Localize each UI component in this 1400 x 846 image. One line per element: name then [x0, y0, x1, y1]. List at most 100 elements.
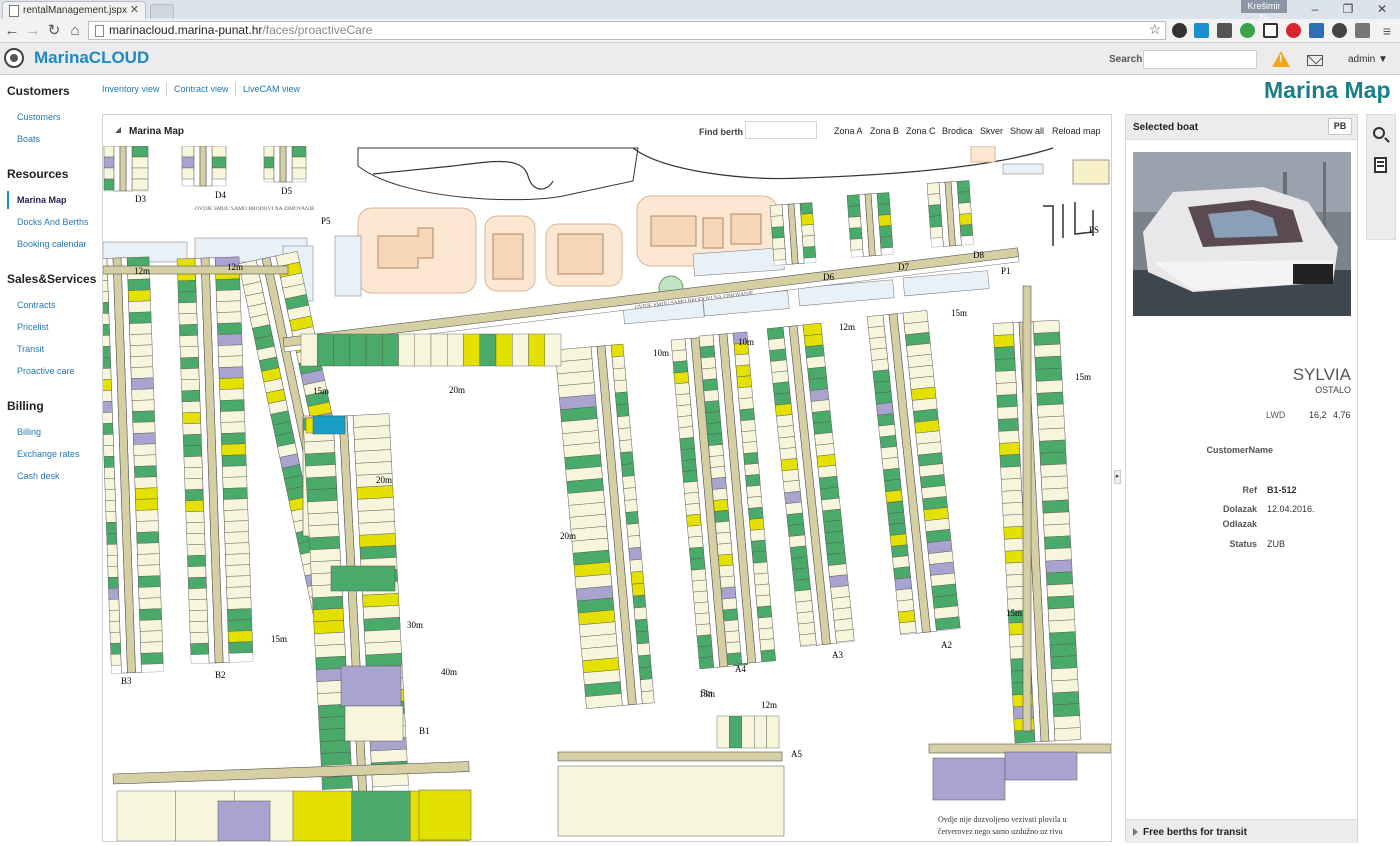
berth[interactable] [826, 552, 847, 566]
berth[interactable] [802, 246, 816, 259]
sidebar-item-pricelist[interactable]: Pricelist [17, 322, 49, 332]
berth[interactable] [103, 302, 110, 314]
berth[interactable] [773, 392, 792, 406]
berth[interactable] [757, 616, 774, 630]
berth[interactable] [107, 576, 119, 589]
berth[interactable] [218, 355, 244, 368]
berth[interactable] [103, 156, 115, 169]
berth[interactable] [1039, 439, 1067, 454]
berth[interactable] [710, 466, 726, 479]
berth[interactable] [720, 586, 737, 600]
berth[interactable] [753, 572, 770, 586]
berth[interactable] [766, 326, 785, 340]
berth[interactable] [106, 521, 117, 534]
berth[interactable] [792, 567, 810, 581]
berth[interactable] [309, 536, 341, 551]
berth[interactable] [711, 477, 727, 490]
berth[interactable] [880, 446, 899, 460]
berth[interactable] [223, 509, 249, 522]
berth[interactable] [780, 458, 799, 472]
berth[interactable] [1004, 751, 1078, 781]
filter-skver[interactable]: Skver [980, 126, 1003, 136]
berth[interactable] [220, 410, 245, 423]
berth[interactable] [755, 594, 772, 608]
berth[interactable] [105, 510, 117, 523]
berth[interactable] [802, 235, 816, 248]
berth[interactable] [1038, 427, 1066, 442]
berth[interactable] [134, 465, 157, 478]
berth[interactable] [365, 333, 383, 367]
berth[interactable] [745, 474, 761, 487]
berth[interactable] [959, 224, 973, 237]
filter-brodica[interactable]: Brodica [942, 126, 973, 136]
berth[interactable] [693, 601, 710, 615]
berth[interactable] [815, 443, 835, 457]
berth[interactable] [136, 531, 160, 544]
berth[interactable] [997, 406, 1019, 420]
berth[interactable] [304, 440, 336, 455]
berth[interactable] [181, 401, 201, 414]
berth[interactable] [1004, 538, 1026, 552]
sidebar-item-booking-calendar[interactable]: Booking calendar [17, 239, 87, 249]
berth[interactable] [690, 557, 706, 571]
berth[interactable] [222, 487, 248, 500]
berth[interactable] [333, 333, 350, 367]
berth[interactable] [633, 606, 648, 621]
berth[interactable] [358, 521, 396, 536]
berth[interactable] [307, 512, 339, 527]
berth[interactable] [110, 642, 122, 655]
berth[interactable] [926, 182, 941, 195]
berth[interactable] [187, 565, 207, 578]
berth[interactable] [103, 146, 115, 158]
berth[interactable] [178, 302, 198, 315]
berth[interactable] [139, 619, 163, 632]
berth[interactable] [770, 215, 784, 228]
berth[interactable] [189, 631, 209, 644]
berth[interactable] [722, 608, 739, 622]
extension-s-icon[interactable] [1309, 23, 1324, 38]
berth[interactable] [291, 167, 307, 180]
berth[interactable] [133, 454, 157, 467]
berth[interactable] [797, 622, 816, 636]
berth[interactable] [1046, 583, 1074, 598]
berth[interactable] [884, 478, 902, 492]
berth[interactable] [107, 554, 118, 567]
berth[interactable] [956, 180, 970, 193]
berth[interactable] [825, 541, 846, 555]
contract-view-link[interactable]: Contract view [174, 84, 229, 94]
berth[interactable] [821, 497, 841, 512]
berth[interactable] [227, 630, 253, 643]
berth[interactable] [356, 485, 394, 500]
berth[interactable] [138, 597, 162, 610]
berth[interactable] [221, 443, 247, 456]
berth[interactable] [223, 498, 249, 511]
berth[interactable] [696, 634, 713, 648]
berth[interactable] [219, 377, 244, 390]
berth[interactable] [181, 379, 200, 392]
berth[interactable] [103, 456, 115, 468]
berth[interactable] [134, 487, 158, 500]
berth[interactable] [809, 388, 830, 402]
berth[interactable] [224, 520, 249, 533]
berth[interactable] [103, 291, 109, 303]
home-icon[interactable]: ⌂ [66, 22, 84, 40]
berth[interactable] [312, 415, 346, 435]
berth[interactable] [181, 156, 195, 169]
berth[interactable] [612, 367, 627, 382]
berth[interactable] [877, 413, 895, 427]
berth[interactable] [698, 334, 715, 348]
berth[interactable] [724, 630, 741, 644]
berth[interactable] [637, 654, 652, 669]
berth[interactable] [957, 191, 971, 204]
berth[interactable] [463, 333, 480, 367]
berth[interactable] [751, 550, 768, 564]
berth[interactable] [868, 325, 886, 339]
berth[interactable] [103, 335, 111, 347]
berth[interactable] [430, 333, 448, 367]
extension-opera-icon[interactable] [1286, 23, 1301, 38]
berth[interactable] [885, 489, 903, 503]
berth[interactable] [808, 377, 828, 391]
livecam-view-link[interactable]: LiveCAM view [243, 84, 300, 94]
berth[interactable] [993, 334, 1015, 348]
berth[interactable] [414, 333, 432, 367]
